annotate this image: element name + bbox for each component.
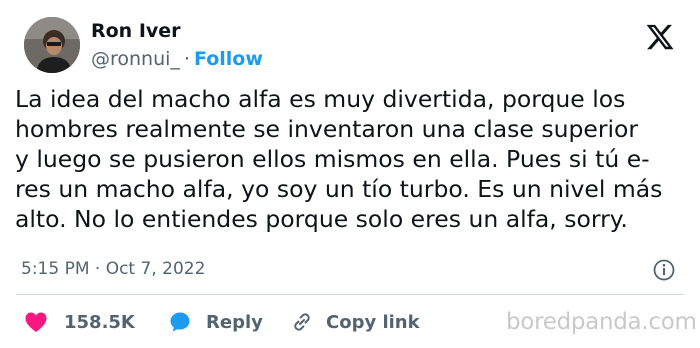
copy-link-label: Copy link [326,311,420,333]
tweet-text: La idea del macho alfa es muy divertida,… [15,84,685,234]
reply-label: Reply [206,311,263,333]
follow-button[interactable]: Follow [194,48,263,70]
tweet-line: y luego se pusieron ellos mismos en ella… [15,145,650,173]
tweet-timestamp[interactable]: 5:15 PM · Oct 7, 2022 [21,259,205,279]
reply-bubble-icon [170,312,190,332]
x-logo-icon[interactable] [644,22,676,52]
separator-dot: · [183,48,190,70]
author-name[interactable]: Ron Iver [91,20,181,42]
tweet-line: res un macho alfa, yo soy un tío turbo. … [15,175,663,203]
avatar[interactable] [24,17,80,73]
copy-link-button[interactable]: Copy link [290,306,420,338]
link-icon [294,313,310,331]
heart-icon [25,312,47,332]
tweet-line: La idea del macho alfa es muy divertida,… [15,85,626,113]
author-handle-row: @ronnui_ · Follow [91,48,263,70]
divider [16,294,684,295]
author-handle[interactable]: @ronnui_ [91,48,180,70]
like-count: 158.5K [64,311,135,333]
like-button[interactable]: 158.5K [24,306,135,338]
tweet-line: alto. No lo entiendes porque solo eres u… [15,205,628,233]
tweet-card: Ron Iver @ronnui_ · Follow La idea del mac… [0,0,700,348]
reply-button[interactable]: Reply [168,306,263,338]
info-icon[interactable] [652,258,676,282]
tweet-line: hombres realmente se inventaron una clas… [15,115,639,143]
watermark: boredpanda.com [506,309,697,335]
